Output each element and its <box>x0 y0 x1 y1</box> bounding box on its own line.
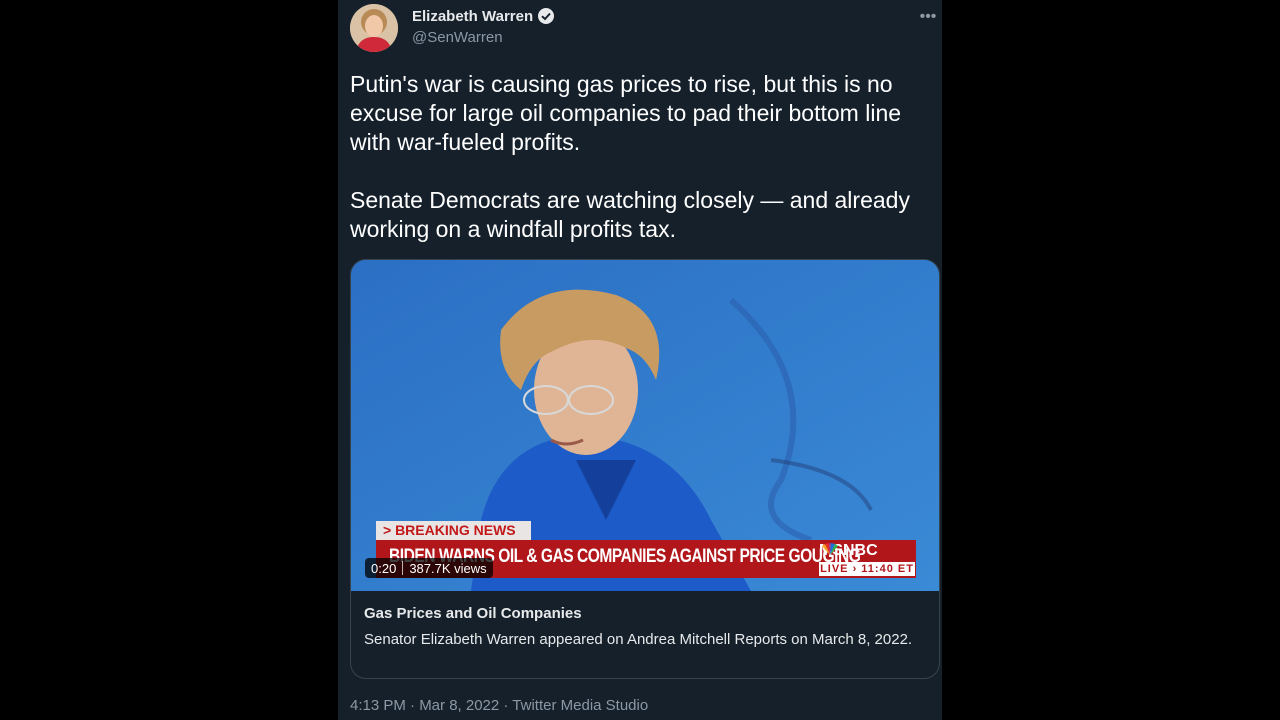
tweet-meta[interactable]: 4:13 PM · Mar 8, 2022 · Twitter Media St… <box>350 697 648 714</box>
author-name[interactable]: Elizabeth Warren <box>412 7 555 25</box>
card-description: Senator Elizabeth Warren appeared on And… <box>364 631 913 648</box>
badge-divider <box>402 561 404 575</box>
video-player[interactable]: > BREAKING NEWS BIDEN WARNS OIL & GAS CO… <box>351 260 939 591</box>
verified-icon <box>537 7 555 25</box>
more-options-icon[interactable]: ••• <box>918 8 938 25</box>
author-name-text[interactable]: Elizabeth Warren <box>412 8 533 25</box>
live-indicator: LIVE › 11:40 ET <box>819 562 915 576</box>
tweet-text: Putin's war is causing gas prices to ris… <box>350 71 910 242</box>
author-handle[interactable]: @SenWarren <box>412 29 503 46</box>
video-info-badge: 0:20 387.7K views <box>365 558 493 578</box>
tweet: Elizabeth Warren @SenWarren ••• Putin's … <box>338 0 942 720</box>
media-card[interactable]: > BREAKING NEWS BIDEN WARNS OIL & GAS CO… <box>350 259 940 679</box>
breaking-news-label: > BREAKING NEWS <box>376 521 531 540</box>
peacock-icon <box>822 543 838 555</box>
network-logo: MSNBC <box>819 542 878 560</box>
video-duration: 0:20 <box>371 560 397 576</box>
avatar[interactable] <box>350 4 398 52</box>
video-views: 387.7K views <box>409 560 487 576</box>
card-title[interactable]: Gas Prices and Oil Companies <box>364 605 582 622</box>
